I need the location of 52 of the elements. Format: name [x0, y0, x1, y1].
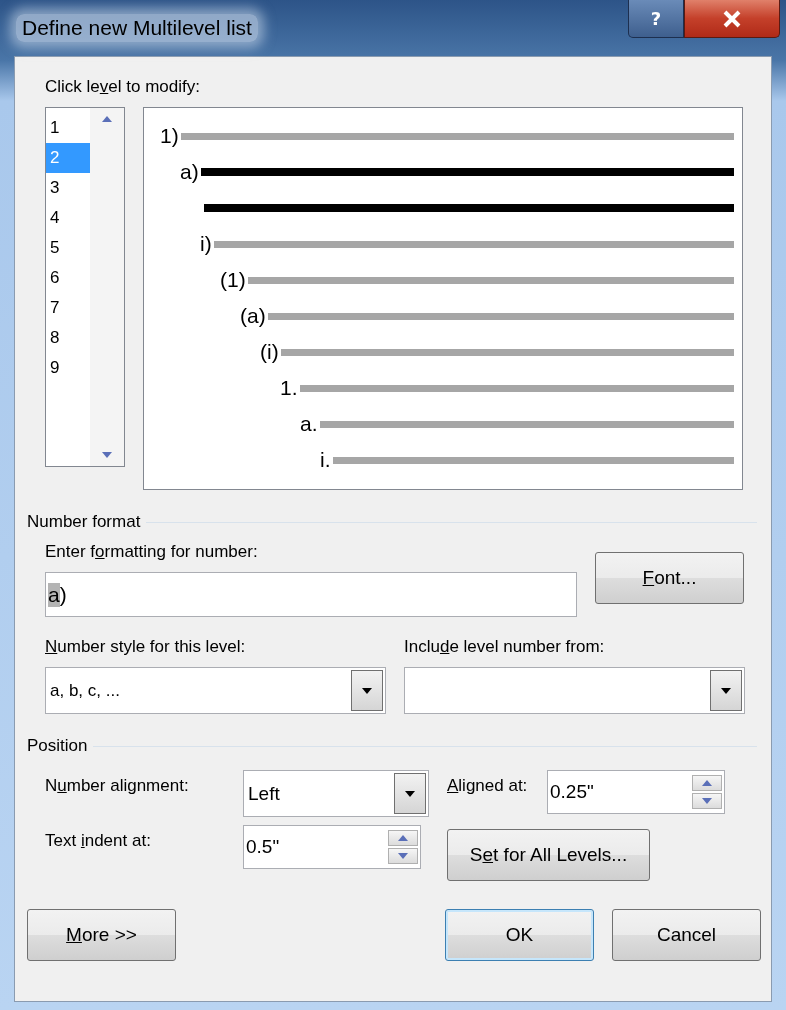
list-number: a) [180, 160, 199, 184]
level-item[interactable]: 5 [46, 233, 90, 263]
format-field[interactable]: a) [45, 572, 577, 617]
scrollbar[interactable] [90, 108, 124, 466]
list-number: 1) [160, 124, 179, 148]
list-number: (a) [240, 304, 266, 328]
up-arrow-icon [702, 780, 712, 786]
close-button[interactable] [684, 0, 780, 38]
ok-button[interactable]: OK [445, 909, 594, 961]
list-number: (1) [220, 268, 246, 292]
window-title: Define new Multilevel list [16, 14, 258, 42]
level-item[interactable]: 3 [46, 173, 90, 203]
field-label: Number style for this level: [45, 637, 247, 657]
level-item[interactable]: 4 [46, 203, 90, 233]
down-arrow-icon [398, 853, 408, 859]
section-heading: Position [27, 736, 88, 756]
level-item[interactable]: 9 [46, 353, 90, 383]
close-icon [722, 9, 742, 28]
list-number: i) [200, 232, 212, 256]
section-heading: Number format [27, 512, 141, 532]
field-label: Text indent at: [45, 830, 152, 851]
caret-icon [405, 790, 415, 797]
indent-spinner[interactable]: 0.5" [243, 825, 421, 869]
level-item[interactable]: 6 [46, 263, 90, 293]
field-label: Aligned at: [446, 775, 529, 796]
field-label: Number alignment: [45, 775, 190, 796]
level-item[interactable]: 8 [46, 323, 90, 353]
font-button[interactable]: Font... [595, 552, 744, 604]
field-label: Include level number from: [404, 637, 606, 657]
field-label: Enter formatting for number: [45, 542, 259, 562]
caret-icon [721, 687, 731, 694]
level-item[interactable]: 1 [46, 113, 90, 143]
list-number: a. [300, 412, 318, 436]
up-arrow-icon [102, 116, 112, 122]
level-list-label: Click level to modify: [45, 77, 201, 97]
caret-icon [362, 687, 372, 694]
down-arrow-icon [702, 798, 712, 804]
list-number: 1. [280, 376, 298, 400]
set-all-levels-button[interactable]: Set for All Levels... [447, 829, 650, 881]
help-button[interactable]: ? [628, 0, 684, 38]
level-number-dropdown[interactable] [404, 667, 745, 714]
aligned-at-spinner[interactable]: 0.25" [547, 770, 725, 814]
level-item[interactable]: 7 [46, 293, 90, 323]
more-button[interactable]: More >> [27, 909, 176, 961]
cancel-button[interactable]: Cancel [612, 909, 761, 961]
list-number: (i) [260, 340, 279, 364]
number-style-dropdown[interactable]: a, b, c, ... [45, 667, 386, 714]
level-list[interactable]: 1 2 3 4 5 6 7 8 9 [45, 107, 125, 467]
down-arrow-icon [102, 452, 112, 458]
list-number: i. [320, 448, 331, 472]
alignment-dropdown[interactable]: Left [243, 770, 429, 817]
up-arrow-icon [398, 835, 408, 841]
